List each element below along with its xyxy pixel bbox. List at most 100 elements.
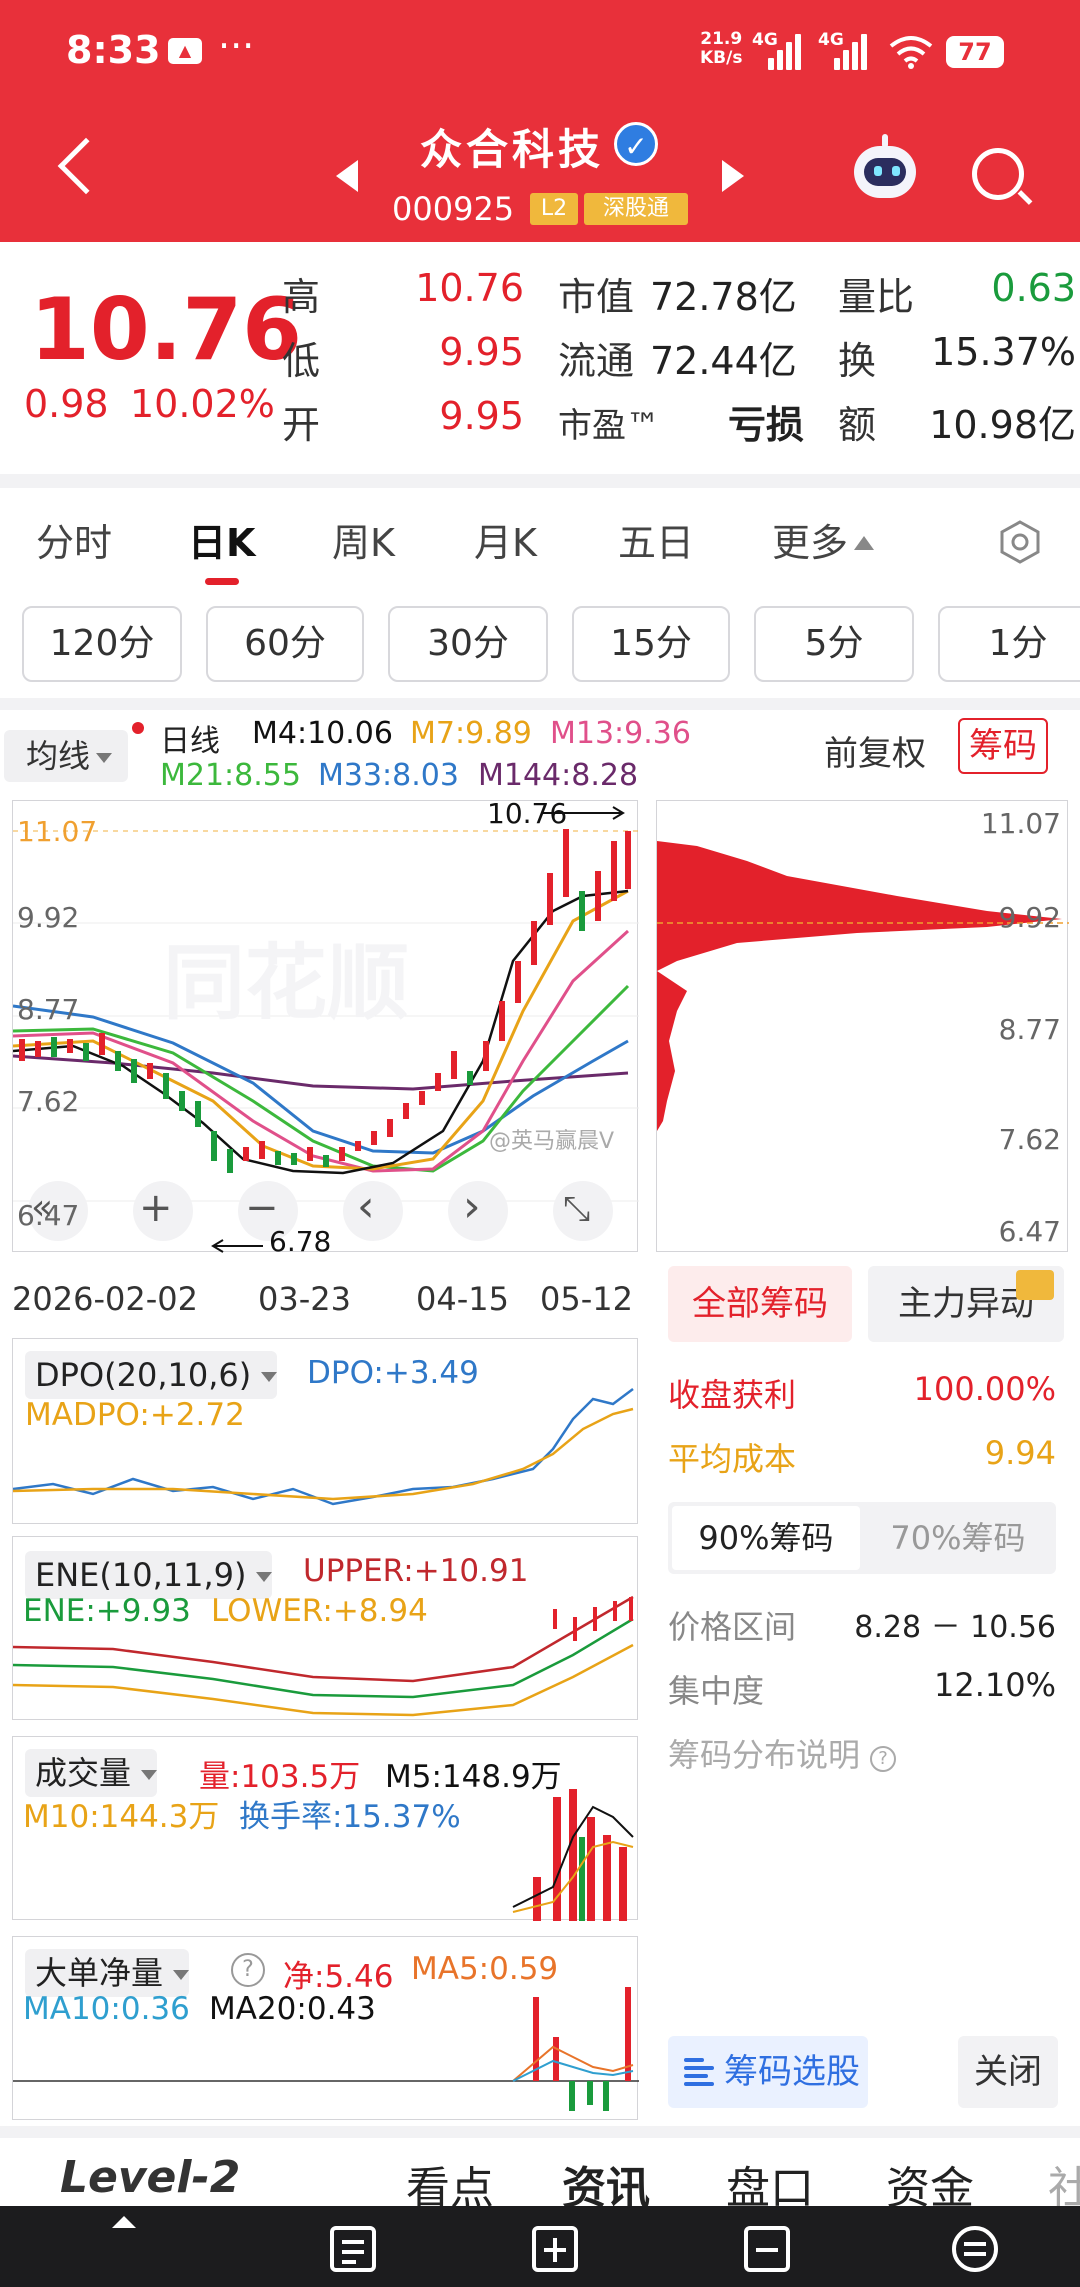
x-axis-date-2: 03-23 — [258, 1280, 351, 1318]
x-axis-date-1: 2026-02-02 — [12, 1280, 198, 1318]
interval-15min[interactable]: 15分 — [572, 606, 730, 682]
madpo-value: MADPO:+2.72 — [25, 1397, 245, 1433]
status-time: 8:33 — [66, 28, 161, 72]
close-chips-button[interactable]: 关闭 — [958, 2036, 1058, 2108]
price-change: 0.98 — [24, 382, 109, 426]
help-icon: ? — [870, 1746, 897, 1772]
tab-news[interactable]: 资讯 — [562, 2152, 650, 2206]
minimize-window-icon[interactable] — [744, 2226, 790, 2272]
stock-name: 众合科技 — [420, 125, 605, 174]
mktcap-label: 市值 — [558, 275, 635, 319]
interval-5min[interactable]: 5分 — [754, 606, 914, 682]
tab-community[interactable]: 社 — [1048, 2152, 1080, 2206]
volume-indicator-panel[interactable]: 成交量 量:103.5万 M5:148.9万 M10:144.3万 换手率:15… — [12, 1736, 638, 1921]
tab-intraday[interactable]: 分时 — [36, 512, 112, 567]
fullscreen-icon[interactable]: ⤡ — [563, 1189, 590, 1229]
interval-1min[interactable]: 1分 — [938, 606, 1080, 682]
dpo-indicator-panel[interactable]: DPO(20,10,6) DPO:+3.49 MADPO:+2.72 — [12, 1338, 638, 1524]
next-stock-arrow-icon[interactable] — [722, 160, 744, 192]
big-order-name: 大单净量 — [35, 1954, 164, 1992]
dropdown-caret-icon — [261, 1372, 278, 1382]
tab-all-chips[interactable]: 全部筹码 — [668, 1266, 852, 1342]
watermark-text: @英马赢晨V — [489, 1129, 615, 1154]
zoom-out-max-icon[interactable]: « — [31, 1187, 53, 1228]
tab-order-book[interactable]: 盘口 — [726, 2152, 814, 2206]
scroll-left-icon[interactable]: ‹ — [357, 1181, 375, 1232]
tab-more[interactable]: 更多 — [772, 512, 875, 567]
dpo-selector[interactable]: DPO(20,10,6) — [25, 1351, 278, 1399]
ma-selector-label: 均线 — [26, 737, 91, 775]
big-order-indicator-panel[interactable]: 大单净量 ? 净:5.46 MA5:0.59 MA10:0.36 MA20:0.… — [12, 1936, 639, 2120]
notes-icon[interactable] — [330, 2226, 376, 2272]
indicator-dot — [132, 722, 144, 734]
interval-60min[interactable]: 60分 — [206, 606, 364, 682]
search-icon[interactable] — [972, 148, 1024, 200]
interval-30min[interactable]: 30分 — [388, 606, 548, 682]
period-high-marker: 10.76 — [487, 797, 568, 830]
dropdown-caret-icon — [173, 1970, 190, 1980]
chips-toggle-button[interactable]: 筹码 — [958, 718, 1048, 774]
help-icon[interactable]: ? — [231, 1953, 265, 1987]
ene-lower-value: LOWER:+8.94 — [211, 1593, 428, 1629]
back-arrow-icon[interactable] — [57, 137, 115, 195]
zoom-out-icon[interactable]: − — [245, 1185, 279, 1231]
low-label: 低 — [282, 339, 321, 383]
robot-eye-right — [892, 166, 900, 176]
battery-icon: 77 — [946, 36, 1004, 68]
prev-stock-arrow-icon[interactable] — [336, 160, 358, 192]
vol-ratio-value: 0.63 — [991, 266, 1076, 310]
ai-robot-icon[interactable] — [854, 134, 916, 198]
ma144-value: M144:8.28 — [478, 758, 639, 793]
chip-explain-link[interactable]: 筹码分布说明? — [668, 1730, 897, 1776]
chip-y-label-1: 11.07 — [980, 807, 1061, 840]
x-axis-date-3: 04-15 — [416, 1280, 509, 1318]
big-order-ma10-value: MA10:0.36 — [23, 1991, 190, 2027]
scroll-right-icon[interactable]: › — [463, 1181, 481, 1232]
tab-highlights[interactable]: 看点 — [406, 2152, 494, 2206]
net-speed-unit: KB/s — [700, 48, 743, 68]
ene-selector[interactable]: ENE(10,11,9) — [25, 1551, 273, 1599]
kline-chart[interactable]: 同花顺 11.07 9.92 8.77 7.62 6.47 10.76 6.78… — [12, 797, 639, 1258]
ma-selector-button[interactable]: 均线 — [4, 730, 128, 782]
concentration-label: 集中度 — [668, 1672, 765, 1710]
tab-funds[interactable]: 资金 — [886, 2152, 974, 2206]
tab-five-day[interactable]: 五日 — [618, 512, 694, 567]
chevron-up-icon[interactable] — [112, 2216, 136, 2228]
big-order-selector[interactable]: 大单净量 — [25, 1949, 190, 1997]
add-window-icon[interactable] — [532, 2226, 578, 2272]
tab-weekly-k[interactable]: 周K — [332, 512, 395, 567]
stock-code: 000925 — [392, 190, 515, 228]
zoom-in-icon[interactable]: + — [139, 1185, 173, 1231]
dropdown-caret-icon — [256, 1572, 273, 1582]
net-speed-value: 21.9 — [700, 29, 743, 49]
chip-y-label-5: 6.47 — [998, 1215, 1061, 1248]
x-axis-date-4: 05-12 — [540, 1280, 633, 1318]
menu-icon[interactable] — [952, 2226, 998, 2272]
turnover-label: 换 — [838, 339, 877, 383]
chip-distribution-chart[interactable]: 11.07 9.92 8.77 7.62 6.47 — [656, 800, 1069, 1252]
tab-daily-k[interactable]: 日K — [188, 512, 255, 567]
adjust-mode[interactable]: 前复权 — [824, 726, 926, 775]
volume-value: 量:103.5万 — [199, 1759, 361, 1795]
volume-m5-value: M5:148.9万 — [385, 1759, 562, 1795]
interval-120min[interactable]: 120分 — [22, 606, 182, 682]
amount-label: 额 — [838, 403, 877, 447]
volume-selector[interactable]: 成交量 — [25, 1749, 158, 1797]
settings-hexagon-icon[interactable] — [998, 520, 1042, 564]
tab-90-chips[interactable]: 90%筹码 — [672, 1506, 860, 1570]
ene-indicator-panel[interactable]: ENE(10,11,9) UPPER:+10.91 ENE:+9.93 LOWE… — [12, 1536, 638, 1720]
tab-70-chips[interactable]: 70%筹码 — [864, 1506, 1052, 1570]
chip-explain-label: 筹码分布说明 — [668, 1736, 861, 1774]
signal-bars-1-icon — [768, 34, 804, 70]
list-icon — [684, 2058, 714, 2086]
y-axis-label-1: 11.07 — [17, 815, 98, 848]
lock-icon — [1016, 1270, 1054, 1300]
quote-panel: 10.76 0.98 10.02% 高 10.76 低 9.95 开 9.95 … — [0, 242, 1080, 488]
caret-up-icon — [854, 536, 875, 550]
float-label: 流通 — [558, 339, 635, 383]
chip-stock-picker-button[interactable]: 筹码选股 — [668, 2036, 868, 2108]
tab-monthly-k[interactable]: 月K — [474, 512, 537, 567]
avg-cost-value: 9.94 — [984, 1434, 1056, 1472]
tab-level2[interactable]: Level-2 — [60, 2152, 240, 2203]
tab-more-label: 更多 — [772, 521, 849, 565]
